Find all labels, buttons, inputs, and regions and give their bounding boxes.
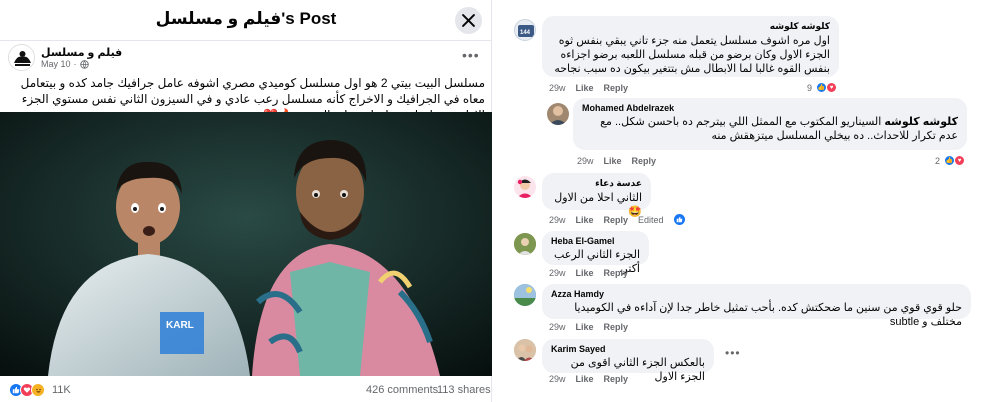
svg-text:144: 144 [520,30,531,36]
comment-actions: 29w Like Reply [549,322,628,332]
author-avatar[interactable] [8,44,35,71]
comment-actions: 29w Like Reply [549,268,628,278]
like-reaction-icon[interactable] [673,214,685,225]
post-header: فيلم و مسلسل's Post [0,0,492,41]
love-reaction-icon: ♥ [826,82,838,93]
comment-text: كلوشه كلوشه السيناريو المكتوب مع الممثل … [582,115,958,143]
comment-time[interactable]: 29w [549,268,566,278]
comment-bubble: Azza Hamdy حلو قوي قوي من سنين ما ضحكتش … [542,284,971,328]
comment-bubble: Heba El-Gamel الجزء الثاني الرعب أكتر. [542,231,649,275]
comment-actions: 29w Like Reply [549,374,628,384]
comment-bubble: Mohamed Abdelrazek كلوشه كلوشه السيناريو… [573,98,967,150]
comment-time[interactable]: 29w [549,215,566,225]
comment-reply-button[interactable]: Reply [604,374,629,384]
comment-bubble: Karim Sayed بالعكس الجزء الثاني اقوى من … [542,339,714,383]
comment-author[interactable]: كلوشه كلوشه [551,21,830,32]
comment-avatar[interactable] [547,103,569,125]
comment-avatar[interactable] [514,339,536,361]
comment-bubble: كلوشه كلوشه اول مره اشوف مسلسل يتعمل منه… [542,16,839,77]
globe-icon [79,59,89,69]
comment-text: اول مره اشوف مسلسل يتعمل منه جزء تاني يب… [554,35,830,75]
comment-reaction-number: 2 [935,155,941,166]
post-author-row: فيلم و مسلسل May 10 · ••• [0,43,492,73]
reaction-icons[interactable] [9,383,45,397]
comment-bubble: عدسة دعاء الثاني احلا من الاول 🤩 [542,173,651,218]
comment-actions: 29w Like Reply [577,156,656,166]
comment-like-button[interactable]: Like [576,374,594,384]
comment-like-button[interactable]: Like [576,322,594,332]
love-reaction-icon: ♥ [954,155,966,166]
comment-avatar[interactable] [514,233,536,255]
post-image[interactable]: KARL [0,112,492,376]
comment-reply-button[interactable]: Reply [604,83,629,93]
post-panel: فيلم و مسلسل's Post فيلم و مسلسل May 10 … [0,0,492,402]
comment-like-button[interactable]: Like [604,156,622,166]
more-options-icon[interactable]: ••• [462,47,480,63]
comment-actions: 29w Like Reply [549,83,628,93]
comment-time[interactable]: 29w [549,322,566,332]
close-button[interactable] [455,7,482,34]
shirt-text: KARL [166,320,194,331]
comment-reaction-number: 9 [807,82,813,93]
comments-count[interactable]: 426 comments [366,384,438,396]
close-icon [462,14,475,27]
comment-author[interactable]: Karim Sayed [551,344,705,354]
post-date-text: May 10 [41,59,71,69]
comment-reaction-count[interactable]: 9 👍 ♥ [807,82,838,93]
comment-author[interactable]: Azza Hamdy [551,289,962,299]
comment-reaction-count[interactable]: 2 👍 ♥ [935,155,966,166]
comment-edited-label[interactable]: Edited [638,215,664,225]
post-title: فيلم و مسلسل's Post [155,9,337,28]
author-name[interactable]: فيلم و مسلسل [41,46,122,59]
comment-reply-button[interactable]: Reply [632,156,657,166]
comment-avatar[interactable]: 144 [514,19,536,41]
scene-illustration: KARL [0,112,492,376]
comment-author[interactable]: Heba El-Gamel [551,236,640,246]
post-date[interactable]: May 10 · [41,59,89,69]
comment-time[interactable]: 29w [549,374,566,384]
comment-time[interactable]: 29w [577,156,594,166]
comment-avatar[interactable] [514,284,536,306]
comment-avatar[interactable] [514,176,536,198]
shares-count[interactable]: 113 shares [437,384,491,396]
comment-author[interactable]: عدسة دعاء [551,178,642,189]
comment-like-button[interactable]: Like [576,83,594,93]
facebook-post-viewer: فيلم و مسلسل's Post فيلم و مسلسل May 10 … [0,0,1000,402]
comment-time[interactable]: 29w [549,83,566,93]
comment-reply-button[interactable]: Reply [604,268,629,278]
haha-reaction-icon [31,383,45,397]
comment-author[interactable]: Mohamed Abdelrazek [582,103,958,113]
comment-mention[interactable]: كلوشه كلوشه [884,116,958,128]
comment-like-button[interactable]: Like [576,268,594,278]
comment-actions: 29w Like Reply Edited [549,214,685,225]
comment-reply-button[interactable]: Reply [604,322,629,332]
more-options-icon[interactable]: ••• [725,346,741,360]
reaction-count[interactable]: 11K [52,384,71,396]
comment-reply-button[interactable]: Reply [604,215,629,225]
comment-like-button[interactable]: Like [576,215,594,225]
comments-panel: 144 كلوشه كلوشه اول مره اشوف مسلسل يتعمل… [505,0,1000,402]
post-stats-bar: 11K 426 comments 113 shares [0,380,492,402]
